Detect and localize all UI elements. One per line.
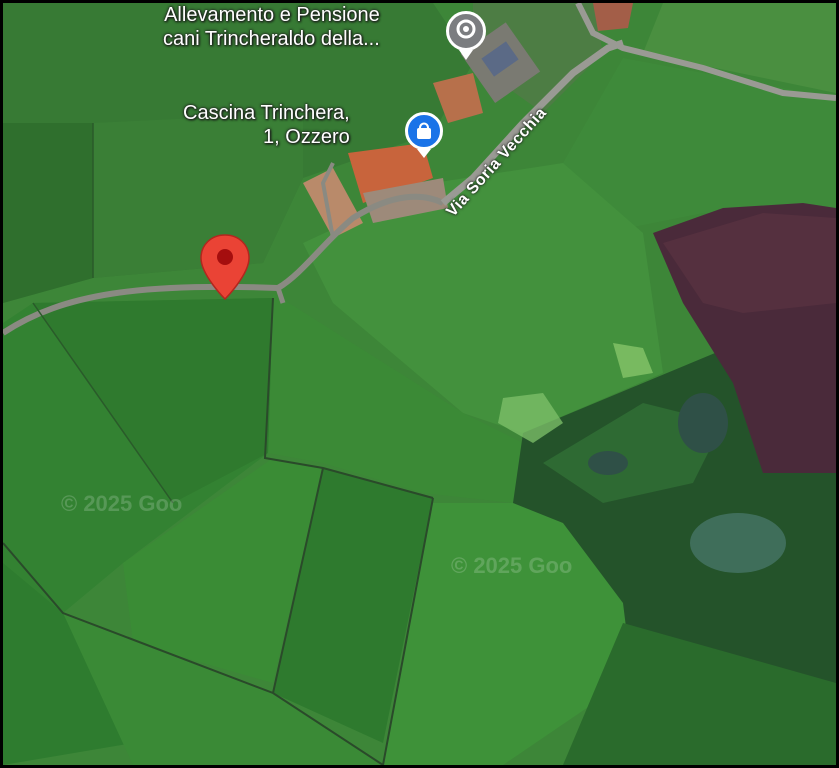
map-frame: © 2025 Goo © 2025 Goo Allevamento e Pens… — [0, 0, 839, 768]
red-location-marker-icon[interactable] — [199, 233, 251, 303]
map-watermark: © 2025 Goo — [61, 491, 183, 516]
place-label-kennel[interactable]: Allevamento e Pensione cani Trincheraldo… — [163, 3, 380, 51]
place-pin-icon[interactable] — [446, 11, 486, 60]
place-label-line: Cascina Trinchera, — [183, 102, 350, 124]
map-watermark: © 2025 Goo — [451, 553, 573, 578]
satellite-map[interactable]: © 2025 Goo © 2025 Goo Allevamento e Pens… — [3, 3, 836, 765]
place-label-farmhouse[interactable]: Cascina Trinchera, 1, Ozzero — [183, 101, 350, 149]
location-dot-icon — [456, 19, 476, 39]
shopping-bag-pin-icon[interactable] — [405, 112, 443, 158]
place-label-line: Allevamento e Pensione — [164, 4, 380, 26]
place-label-line: 1, Ozzero — [263, 126, 350, 148]
place-label-line: cani Trincheraldo della... — [163, 28, 380, 50]
shopping-bag-icon — [417, 122, 431, 139]
